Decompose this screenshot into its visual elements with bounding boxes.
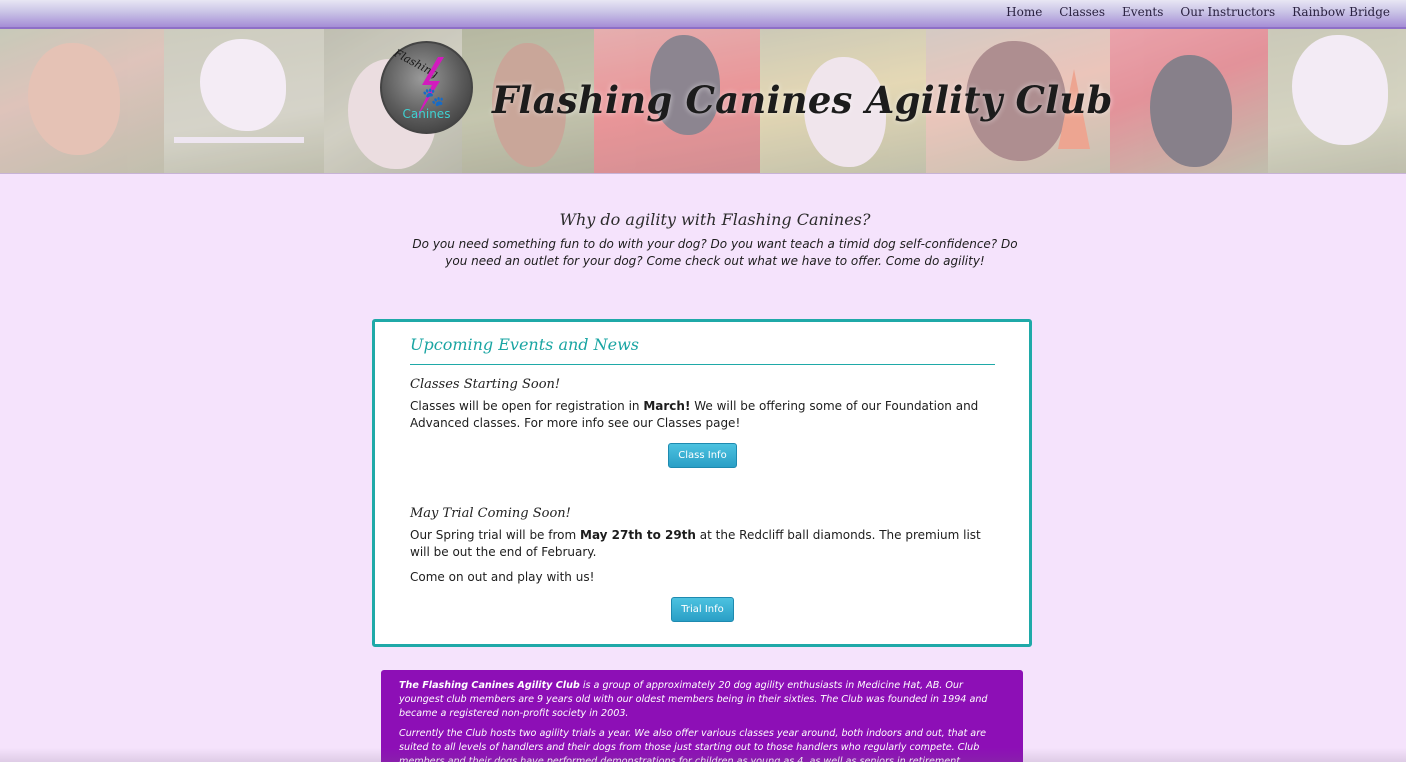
about-paragraph-1: The Flashing Canines Agility Club is a g…: [399, 679, 1005, 721]
class-info-button-row: Class Info: [410, 443, 995, 468]
classes-text: Classes will be open for registration in…: [410, 398, 995, 432]
about-club-name: The Flashing Canines Agility Club: [399, 680, 580, 691]
classes-heading: Classes Starting Soon!: [410, 377, 561, 392]
intro-section: Why do agility with Flashing Canines? Do…: [400, 210, 1030, 270]
trial-info-button[interactable]: Trial Info: [671, 597, 734, 622]
trial-invite-text: Come on out and play with us!: [410, 570, 595, 584]
site-title: Flashing Canines Agility Club: [492, 78, 1113, 122]
class-info-button[interactable]: Class Info: [668, 443, 737, 468]
trial-text-dates: May 27th to 29th: [580, 528, 696, 542]
trial-info-button-row: Trial Info: [410, 597, 995, 622]
club-logo[interactable]: Flashing 🐾 Canines: [380, 41, 473, 134]
trial-text: Our Spring trial will be from May 27th t…: [410, 527, 995, 561]
classes-text-part-1: Classes will be open for registration in: [410, 399, 644, 413]
events-title: Upcoming Events and News: [410, 335, 995, 365]
intro-text: Do you need something fun to do with you…: [412, 237, 1018, 268]
nav-rainbow-bridge-link[interactable]: Rainbow Bridge: [1292, 5, 1390, 19]
nav-home-link[interactable]: Home: [1006, 5, 1042, 19]
nav-classes-link[interactable]: Classes: [1059, 5, 1105, 19]
events-content: Upcoming Events and News Classes Startin…: [410, 335, 995, 622]
top-nav-bar: Home Classes Events Our Instructors Rain…: [0, 0, 1406, 29]
nav-instructors-link[interactable]: Our Instructors: [1180, 5, 1275, 19]
nav-links: Home Classes Events Our Instructors Rain…: [1006, 5, 1390, 19]
paw-icon: 🐾: [422, 87, 445, 108]
logo-word-text: Canines: [402, 107, 451, 121]
classes-text-month: March!: [643, 399, 691, 413]
trial-text-part-1: Our Spring trial will be from: [410, 528, 580, 542]
nav-events-link[interactable]: Events: [1122, 5, 1163, 19]
upcoming-events-card: Upcoming Events and News Classes Startin…: [372, 319, 1032, 647]
trial-heading: May Trial Coming Soon!: [410, 506, 571, 521]
bottom-edge-shadow: [0, 748, 1406, 762]
intro-heading: Why do agility with Flashing Canines?: [559, 210, 871, 229]
